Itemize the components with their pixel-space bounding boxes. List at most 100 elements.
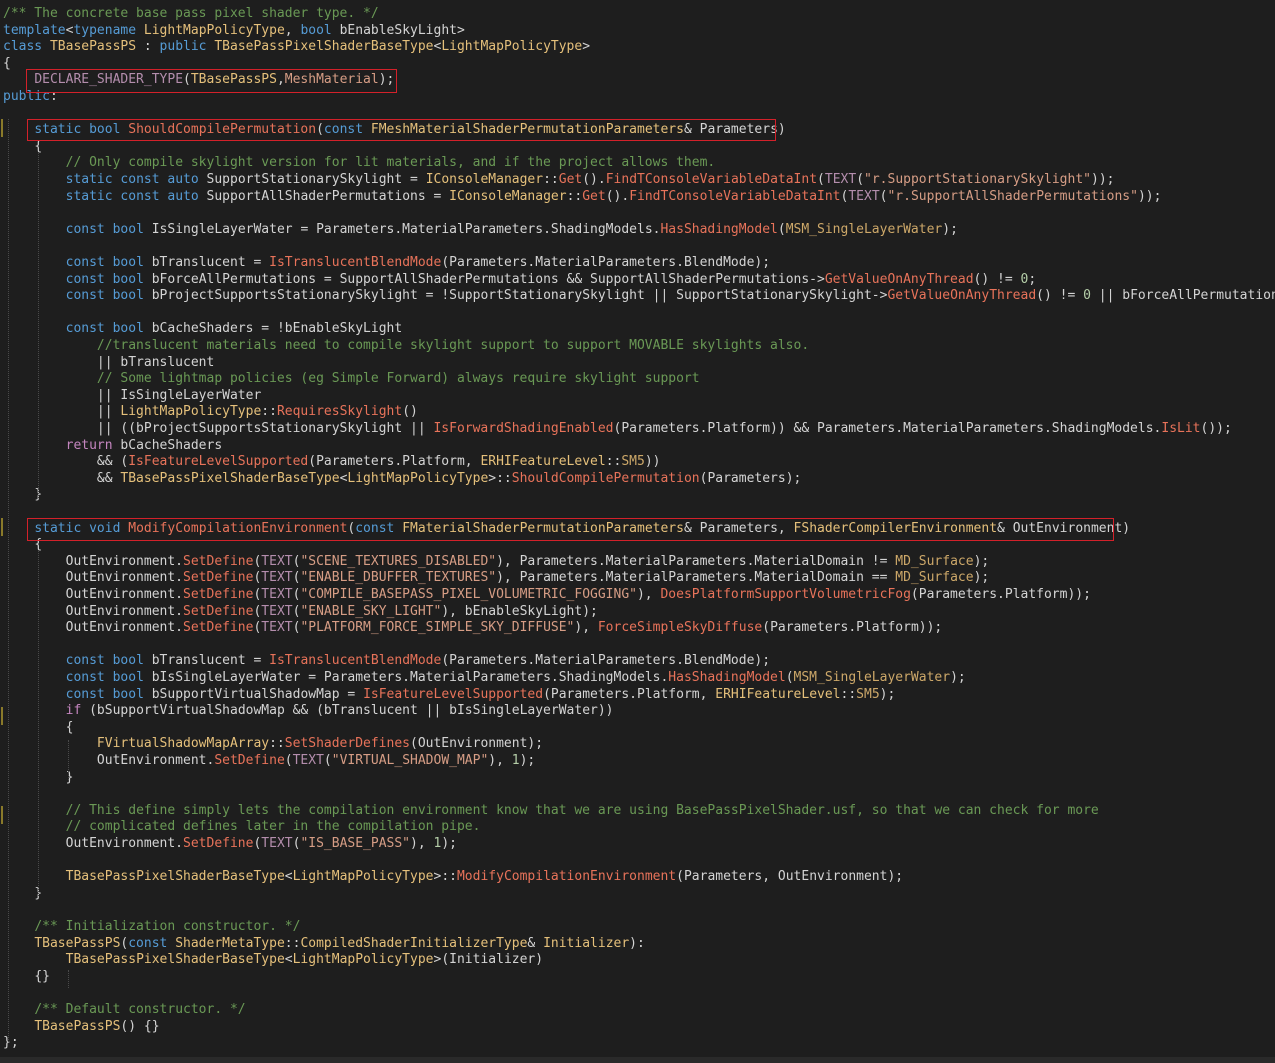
code-line[interactable]: // complicated defines later in the comp… — [3, 818, 481, 835]
code-line[interactable]: const bool bForceAllPermutations = Suppo… — [3, 271, 1037, 288]
code-line[interactable]: FVirtualShadowMapArray::SetShaderDefines… — [3, 735, 543, 752]
indent-guide — [8, 119, 9, 1042]
punctuation-token: & — [683, 520, 692, 536]
keyword-token: bool — [112, 288, 144, 304]
text-token: bSupportVirtualShadowMap = — [143, 686, 364, 702]
function-token: SetDefine — [183, 553, 254, 569]
function-token: SetDefine — [183, 570, 254, 586]
enum-token: MD_Surface — [895, 570, 974, 586]
code-line[interactable]: && (IsFeatureLevelSupported(Parameters.P… — [3, 453, 661, 470]
punctuation-token: (). — [605, 188, 630, 204]
punctuation-token: ( — [762, 620, 771, 636]
code-line[interactable]: static const auto SupportStationarySkyli… — [3, 171, 1115, 188]
code-line[interactable]: && TBasePassPixelShaderBaseType<LightMap… — [3, 470, 801, 487]
code-line[interactable]: || bTranslucent — [3, 354, 214, 371]
code-line[interactable]: /** Initialization constructor. */ — [3, 918, 300, 935]
horizontal-scrollbar[interactable] — [0, 1057, 1275, 1063]
keyword-token: const — [65, 221, 105, 237]
text-token: Parameters.Platform — [621, 421, 771, 436]
function-token: ModifyCompilationEnvironment — [456, 869, 677, 885]
code-line[interactable]: TBasePassPS(const ShaderMetaType::Compil… — [3, 935, 645, 952]
code-line[interactable]: DECLARE_SHADER_TYPE(TBasePassPS,MeshMate… — [3, 71, 394, 88]
code-line[interactable]: const bool bCacheShaders = !bEnableSkyLi… — [3, 320, 403, 337]
text-token: || bTranslucent — [3, 354, 215, 370]
code-line[interactable]: if (bSupportVirtualShadowMap && (bTransl… — [3, 702, 614, 719]
code-line[interactable]: || LightMapPolicyType::RequiresSkylight(… — [3, 403, 418, 420]
punctuation-token: , — [276, 72, 285, 88]
punctuation-token: ( — [410, 736, 418, 752]
punctuation-token: } — [65, 769, 74, 785]
punctuation-token: ), — [636, 587, 653, 602]
code-line[interactable]: const bool bTranslucent = IsTranslucentB… — [3, 652, 770, 669]
code-line[interactable]: static void ModifyCompilationEnvironment… — [3, 520, 1130, 537]
function-token: ShouldCompilePermutation — [128, 122, 317, 138]
keyword-token: static — [65, 188, 113, 204]
code-line[interactable]: const bool bSupportVirtualShadowMap = Is… — [3, 686, 896, 703]
code-line[interactable]: OutEnvironment.SetDefine(TEXT("ENABLE_SK… — [3, 603, 598, 620]
code-line[interactable]: OutEnvironment.SetDefine(TEXT("SCENE_TEX… — [3, 553, 990, 570]
comment-token: //translucent materials need to compile … — [96, 338, 810, 353]
code-line[interactable]: const bool bTranslucent = IsTranslucentB… — [3, 254, 770, 271]
code-line[interactable]: OutEnvironment.SetDefine(TEXT("IS_BASE_P… — [3, 835, 457, 852]
punctuation-token: )); — [1091, 172, 1115, 187]
keyword-token: bool — [112, 271, 144, 287]
punctuation-token: > — [457, 22, 465, 38]
punctuation-token: ()); — [1200, 421, 1232, 436]
function-token: GetValueOnAnyThread — [887, 288, 1037, 304]
indent-guide — [38, 551, 39, 896]
keyword-token: auto — [167, 188, 199, 204]
function-token: ModifyCompilationEnvironment — [128, 520, 348, 536]
code-line[interactable]: static const auto SupportAllShaderPermut… — [3, 188, 1162, 205]
code-line[interactable]: template<typename LightMapPolicyType, bo… — [3, 22, 465, 39]
punctuation-token: )); — [1137, 188, 1162, 204]
text-token: && — [3, 470, 121, 486]
text-token: bEnableSkyLight — [331, 22, 457, 38]
code-line[interactable]: // Only compile skylight version for lit… — [3, 154, 716, 171]
code-line[interactable]: OutEnvironment.SetDefine(TEXT("VIRTUAL_S… — [3, 752, 535, 769]
punctuation-token: ); — [973, 570, 990, 586]
code-line[interactable]: public: — [3, 88, 58, 105]
code-line[interactable]: OutEnvironment.SetDefine(TEXT("ENABLE_DB… — [3, 569, 990, 586]
code-line[interactable]: // Some lightmap policies (eg Simple For… — [3, 370, 700, 387]
code-line[interactable]: || IsSingleLayerWater — [3, 387, 261, 404]
keyword-token: bool — [112, 221, 144, 237]
class-token: TBasePassPixelShaderBaseType — [214, 39, 434, 55]
code-line[interactable]: || ((bProjectSupportsStationarySkylight … — [3, 420, 1232, 437]
code-line[interactable]: TBasePassPixelShaderBaseType<LightMapPol… — [3, 868, 904, 885]
code-line[interactable]: return bCacheShaders — [3, 437, 223, 454]
code-line[interactable]: const bool bProjectSupportsStationarySky… — [3, 287, 1275, 304]
code-editor[interactable]: /** The concrete base pass pixel shader … — [0, 0, 1275, 1063]
function-token: SetDefine — [183, 587, 254, 602]
code-line[interactable]: static bool ShouldCompilePermutation(con… — [3, 121, 785, 138]
comment-token: /** The concrete base pass pixel shader … — [3, 6, 379, 21]
code-line[interactable]: const bool IsSingleLayerWater = Paramete… — [3, 221, 958, 238]
code-line[interactable]: { — [3, 55, 11, 72]
code-line[interactable]: TBasePassPixelShaderBaseType<LightMapPol… — [3, 951, 543, 968]
string-token: "PLATFORM_FORCE_SIMPLE_SKY_DIFFUSE" — [300, 620, 575, 636]
code-line[interactable]: // This define simply lets the compilati… — [3, 802, 1099, 819]
code-line[interactable]: class TBasePassPS : public TBasePassPixe… — [3, 38, 590, 55]
indent-guide — [68, 740, 69, 780]
function-token: Get — [558, 172, 583, 187]
code-line[interactable]: TBasePassPS() {} — [3, 1018, 159, 1035]
code-line[interactable]: OutEnvironment.SetDefine(TEXT("PLATFORM_… — [3, 619, 943, 636]
punctuation-token: ( — [308, 454, 317, 470]
code-line[interactable]: OutEnvironment.SetDefine(TEXT("COMPILE_B… — [3, 586, 1091, 603]
code-line[interactable]: /** Default constructor. */ — [3, 1001, 245, 1018]
code-line[interactable]: }; — [3, 1034, 19, 1051]
code-line[interactable]: {} — [3, 968, 50, 985]
code-line[interactable]: /** The concrete base pass pixel shader … — [3, 5, 379, 22]
punctuation-token: :: — [605, 454, 622, 470]
punctuation-token: :: — [284, 935, 301, 951]
code-line[interactable]: //translucent materials need to compile … — [3, 337, 809, 354]
string-token: "IS_BASE_PASS" — [300, 836, 411, 851]
text-token: Parameters.Platform — [770, 620, 919, 636]
code-line[interactable]: const bool bIsSingleLayerWater = Paramet… — [3, 669, 966, 686]
